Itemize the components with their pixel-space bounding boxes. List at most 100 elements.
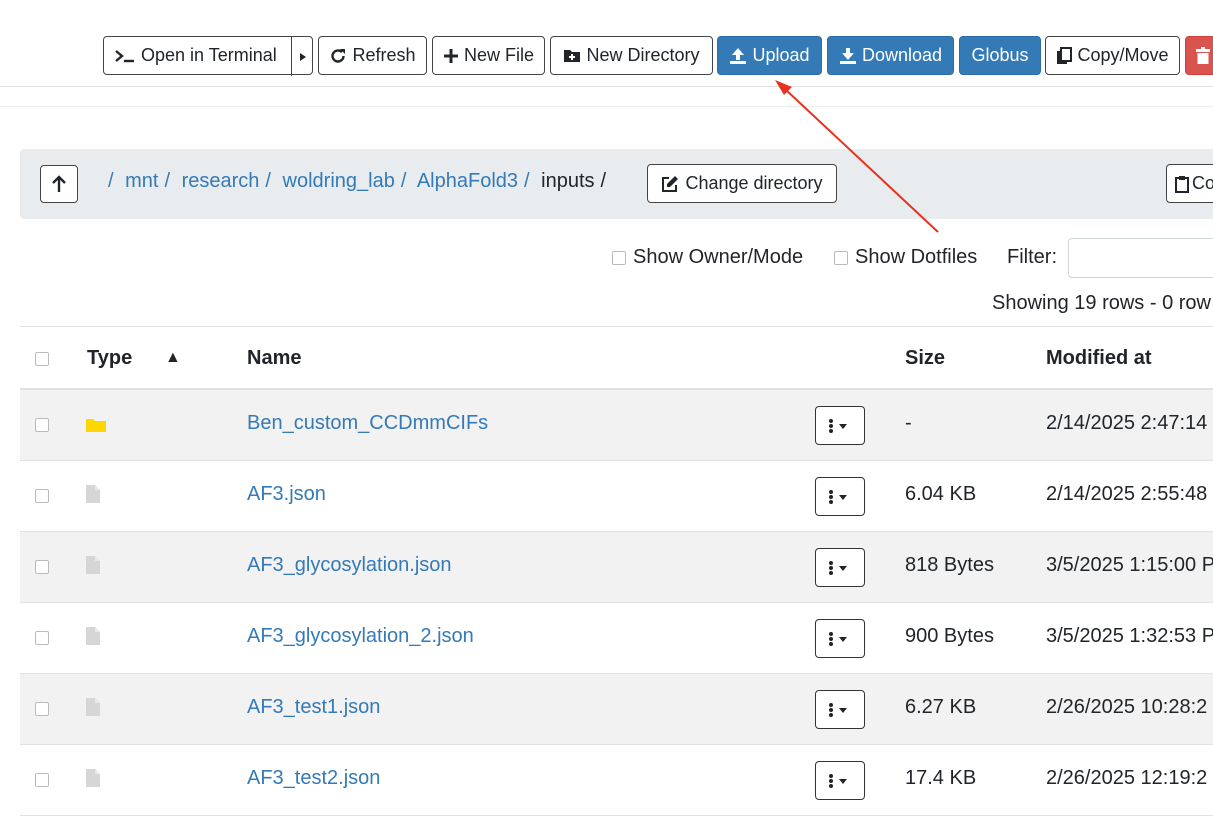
ellipsis-vertical-icon: [826, 702, 854, 717]
folder-icon: [85, 416, 107, 439]
new-file-button[interactable]: New File: [432, 36, 545, 75]
row-checkbox[interactable]: [35, 489, 49, 503]
file-size: 6.27 KB: [905, 696, 977, 718]
change-directory-button[interactable]: Change directory: [647, 164, 837, 203]
file-icon: [85, 697, 101, 723]
copy-move-button[interactable]: Copy/Move: [1045, 36, 1180, 75]
breadcrumb-separator: /: [400, 170, 407, 192]
file-icon: [85, 768, 101, 794]
edit-icon: [661, 175, 679, 193]
globus-button[interactable]: Globus: [959, 36, 1041, 75]
terminal-dropdown-toggle[interactable]: [291, 37, 313, 76]
row-actions-dropdown[interactable]: [815, 619, 865, 658]
file-name-link[interactable]: AF3_glycosylation.json: [247, 554, 452, 576]
table-row[interactable]: AF3_test2.json 17.4 KB 2/26/2025 12:19:2: [20, 745, 1213, 816]
breadcrumb-item-alphafold3[interactable]: AlphaFold3: [417, 170, 518, 192]
file-size: 818 Bytes: [905, 554, 994, 576]
column-header-modified[interactable]: Modified at: [1046, 347, 1152, 370]
table-row[interactable]: AF3_test1.json 6.27 KB 2/26/2025 10:28:2: [20, 674, 1213, 745]
modified-at: 2/26/2025 12:19:2: [1046, 767, 1208, 789]
breadcrumb-bar: / mnt / research / woldring_lab / AlphaFold…: [20, 149, 1213, 219]
row-actions-dropdown[interactable]: [815, 406, 865, 445]
row-actions-dropdown[interactable]: [815, 690, 865, 729]
upload-button[interactable]: Upload: [717, 36, 822, 75]
download-label: Download: [861, 45, 943, 65]
file-size: -: [905, 412, 912, 434]
upload-icon: [729, 47, 747, 65]
trash-icon: [1195, 46, 1210, 65]
sort-ascending-icon[interactable]: ▲: [165, 349, 181, 367]
table-row[interactable]: Ben_custom_CCDmmCIFs - 2/14/2025 2:47:14: [20, 390, 1213, 461]
file-name-link[interactable]: AF3_glycosylation_2.json: [247, 625, 474, 647]
breadcrumb-item-mnt[interactable]: mnt: [125, 170, 158, 192]
breadcrumb-separator: /: [265, 170, 271, 192]
breadcrumb-separator: /: [524, 170, 530, 192]
row-actions-dropdown[interactable]: [815, 477, 865, 516]
open-in-terminal-label: Open in Terminal: [141, 45, 277, 65]
file-name-link[interactable]: AF3_test1.json: [247, 696, 380, 718]
table-row[interactable]: AF3_glycosylation_2.json 900 Bytes 3/5/202…: [20, 603, 1213, 674]
file-name-link[interactable]: Ben_custom_CCDmmCIFs: [247, 412, 488, 434]
breadcrumb-item-research[interactable]: research: [182, 170, 260, 192]
row-checkbox[interactable]: [35, 560, 49, 574]
new-directory-label: New Directory: [586, 45, 700, 65]
filter-input[interactable]: [1068, 238, 1213, 278]
modified-at: 3/5/2025 1:32:53 P: [1046, 625, 1213, 647]
row-actions-dropdown[interactable]: [815, 761, 865, 800]
show-dotfiles-label: Show Dotfiles: [855, 246, 978, 268]
breadcrumb-item-woldring-lab[interactable]: woldring_lab: [283, 170, 395, 192]
modified-at: 2/26/2025 10:28:2: [1046, 696, 1208, 718]
parent-directory-button[interactable]: [40, 165, 78, 203]
column-header-size[interactable]: Size: [905, 347, 945, 370]
table-row[interactable]: AF3.json 6.04 KB 2/14/2025 2:55:48: [20, 461, 1213, 532]
new-file-label: New File: [464, 45, 535, 65]
new-directory-button[interactable]: New Directory: [550, 36, 713, 75]
modified-at: 2/14/2025 2:55:48: [1046, 483, 1208, 505]
show-owner-mode-option[interactable]: Show Owner/Mode: [612, 246, 803, 269]
change-directory-label: Change directory: [685, 173, 823, 193]
select-all-checkbox[interactable]: [35, 352, 49, 366]
column-header-name[interactable]: Name: [247, 347, 301, 370]
column-header-type[interactable]: Type: [87, 347, 132, 370]
globus-label: Globus: [971, 45, 1029, 65]
folder-plus-icon: [563, 48, 581, 63]
file-name-link[interactable]: AF3.json: [247, 483, 326, 505]
row-actions-dropdown[interactable]: [815, 548, 865, 587]
options-row: Show Owner/Mode Show Dotfiles Filter:: [0, 238, 1213, 278]
file-size: 900 Bytes: [905, 625, 994, 647]
ellipsis-vertical-icon: [826, 631, 854, 646]
show-owner-mode-label: Show Owner/Mode: [633, 246, 804, 268]
file-table: Type ▲ Name Size Modified at Ben_custom_…: [20, 326, 1213, 816]
download-icon: [839, 47, 857, 65]
plus-icon: [443, 48, 459, 64]
file-icon: [85, 626, 101, 652]
refresh-button[interactable]: Refresh: [318, 36, 427, 75]
table-row[interactable]: AF3_glycosylation.json 818 Bytes 3/5/2025 …: [20, 532, 1213, 603]
copy-icon: [1056, 46, 1073, 65]
row-checkbox[interactable]: [35, 418, 49, 432]
row-checkbox[interactable]: [35, 702, 49, 716]
terminal-icon: [114, 48, 136, 64]
ellipsis-vertical-icon: [826, 489, 854, 504]
modified-at: 2/14/2025 2:47:14: [1046, 412, 1208, 434]
download-button[interactable]: Download: [827, 36, 954, 75]
show-dotfiles-option[interactable]: Show Dotfiles: [834, 246, 977, 269]
row-checkbox[interactable]: [35, 631, 49, 645]
copy-move-label: Copy/Move: [1077, 45, 1169, 65]
ellipsis-vertical-icon: [826, 418, 854, 433]
table-header: Type ▲ Name Size Modified at: [20, 326, 1213, 390]
file-browser-page: Open in Terminal Refresh New File New Di…: [0, 0, 1213, 817]
toolbar-divider: [0, 86, 1213, 87]
file-icon: [85, 555, 101, 581]
ellipsis-vertical-icon: [826, 560, 854, 575]
open-in-terminal-button[interactable]: Open in Terminal: [103, 36, 313, 76]
file-name-link[interactable]: AF3_test2.json: [247, 767, 380, 789]
refresh-label: Refresh: [352, 45, 416, 65]
delete-button[interactable]: [1185, 36, 1213, 75]
arrow-up-icon: [52, 175, 66, 192]
show-dotfiles-checkbox[interactable]: [834, 250, 848, 265]
row-checkbox[interactable]: [35, 773, 49, 787]
copy-path-button[interactable]: Co: [1166, 164, 1213, 203]
breadcrumb-separator: /: [164, 170, 171, 192]
show-owner-mode-checkbox[interactable]: [612, 250, 626, 265]
